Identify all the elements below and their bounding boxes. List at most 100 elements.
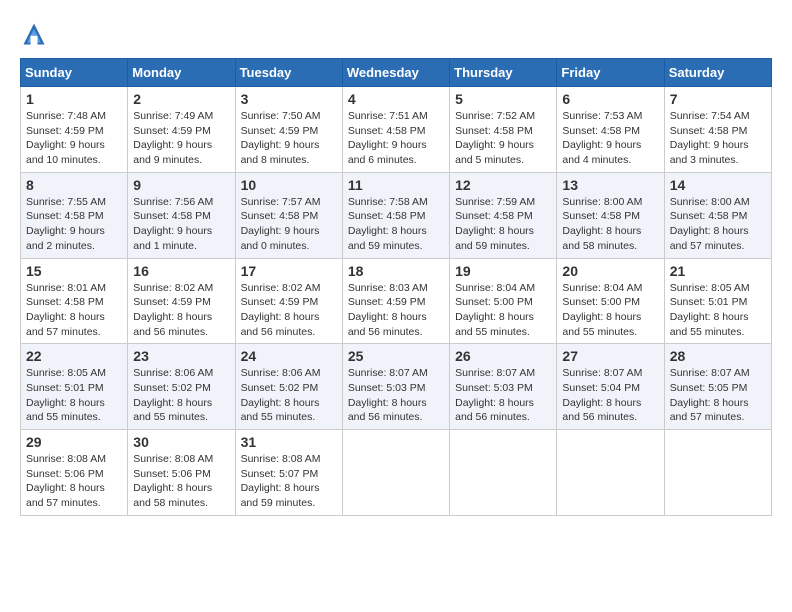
page-header	[20, 20, 772, 48]
cell-content: Sunrise: 7:48 AMSunset: 4:59 PMDaylight:…	[26, 109, 122, 168]
calendar-cell	[557, 430, 664, 516]
day-number: 1	[26, 91, 122, 107]
day-number: 8	[26, 177, 122, 193]
calendar-cell: 1 Sunrise: 7:48 AMSunset: 4:59 PMDaylight…	[21, 87, 128, 173]
cell-content: Sunrise: 8:00 AMSunset: 4:58 PMDaylight:…	[670, 195, 766, 254]
cell-content: Sunrise: 8:02 AMSunset: 4:59 PMDaylight:…	[133, 281, 229, 340]
day-number: 7	[670, 91, 766, 107]
cell-content: Sunrise: 8:02 AMSunset: 4:59 PMDaylight:…	[241, 281, 337, 340]
day-number: 26	[455, 348, 551, 364]
cell-content: Sunrise: 8:03 AMSunset: 4:59 PMDaylight:…	[348, 281, 444, 340]
cell-content: Sunrise: 7:59 AMSunset: 4:58 PMDaylight:…	[455, 195, 551, 254]
calendar-cell: 11 Sunrise: 7:58 AMSunset: 4:58 PMDayligh…	[342, 172, 449, 258]
calendar-cell: 16 Sunrise: 8:02 AMSunset: 4:59 PMDayligh…	[128, 258, 235, 344]
calendar-cell: 24Sunrise: 8:06 AMSunset: 5:02 PMDayligh…	[235, 344, 342, 430]
cell-content: Sunrise: 8:04 AMSunset: 5:00 PMDaylight:…	[455, 281, 551, 340]
calendar-week-1: 1 Sunrise: 7:48 AMSunset: 4:59 PMDaylight…	[21, 87, 772, 173]
logo-icon	[20, 20, 48, 48]
cell-content: Sunrise: 8:07 AMSunset: 5:03 PMDaylight:…	[455, 366, 551, 425]
cell-content: Sunrise: 8:08 AMSunset: 5:06 PMDaylight:…	[133, 452, 229, 511]
day-number: 22	[26, 348, 122, 364]
cell-content: Sunrise: 8:08 AMSunset: 5:06 PMDaylight:…	[26, 452, 122, 511]
column-header-tuesday: Tuesday	[235, 59, 342, 87]
day-number: 19	[455, 263, 551, 279]
calendar-cell: 13 Sunrise: 8:00 AMSunset: 4:58 PMDayligh…	[557, 172, 664, 258]
calendar-cell	[450, 430, 557, 516]
column-header-wednesday: Wednesday	[342, 59, 449, 87]
calendar-cell: 7 Sunrise: 7:54 AMSunset: 4:58 PMDaylight…	[664, 87, 771, 173]
day-number: 11	[348, 177, 444, 193]
calendar-cell: 10 Sunrise: 7:57 AMSunset: 4:58 PMDayligh…	[235, 172, 342, 258]
cell-content: Sunrise: 8:07 AMSunset: 5:04 PMDaylight:…	[562, 366, 658, 425]
calendar-cell: 4Sunrise: 7:51 AMSunset: 4:58 PMDaylight…	[342, 87, 449, 173]
cell-content: Sunrise: 8:07 AMSunset: 5:03 PMDaylight:…	[348, 366, 444, 425]
day-number: 21	[670, 263, 766, 279]
calendar-week-4: 22 Sunrise: 8:05 AMSunset: 5:01 PMDayligh…	[21, 344, 772, 430]
calendar-header-row: SundayMondayTuesdayWednesdayThursdayFrid…	[21, 59, 772, 87]
day-number: 5	[455, 91, 551, 107]
cell-content: Sunrise: 8:00 AMSunset: 4:58 PMDaylight:…	[562, 195, 658, 254]
cell-content: Sunrise: 7:50 AMSunset: 4:59 PMDaylight:…	[241, 109, 337, 168]
column-header-sunday: Sunday	[21, 59, 128, 87]
day-number: 29	[26, 434, 122, 450]
day-number: 15	[26, 263, 122, 279]
day-number: 25	[348, 348, 444, 364]
cell-content: Sunrise: 8:05 AMSunset: 5:01 PMDaylight:…	[26, 366, 122, 425]
calendar-cell: 23 Sunrise: 8:06 AMSunset: 5:02 PMDayligh…	[128, 344, 235, 430]
calendar-table: SundayMondayTuesdayWednesdayThursdayFrid…	[20, 58, 772, 516]
calendar-cell: 31 Sunrise: 8:08 AMSunset: 5:07 PMDayligh…	[235, 430, 342, 516]
calendar-cell: 8 Sunrise: 7:55 AMSunset: 4:58 PMDaylight…	[21, 172, 128, 258]
column-header-monday: Monday	[128, 59, 235, 87]
cell-content: Sunrise: 7:49 AMSunset: 4:59 PMDaylight:…	[133, 109, 229, 168]
calendar-cell	[664, 430, 771, 516]
cell-content: Sunrise: 7:55 AMSunset: 4:58 PMDaylight:…	[26, 195, 122, 254]
cell-content: Sunrise: 7:56 AMSunset: 4:58 PMDaylight:…	[133, 195, 229, 254]
day-number: 13	[562, 177, 658, 193]
day-number: 12	[455, 177, 551, 193]
logo	[20, 20, 52, 48]
calendar-cell: 29 Sunrise: 8:08 AMSunset: 5:06 PMDayligh…	[21, 430, 128, 516]
calendar-cell: 28 Sunrise: 8:07 AMSunset: 5:05 PMDayligh…	[664, 344, 771, 430]
calendar-cell: 17 Sunrise: 8:02 AMSunset: 4:59 PMDayligh…	[235, 258, 342, 344]
column-header-thursday: Thursday	[450, 59, 557, 87]
cell-content: Sunrise: 8:04 AMSunset: 5:00 PMDaylight:…	[562, 281, 658, 340]
calendar-cell: 30 Sunrise: 8:08 AMSunset: 5:06 PMDayligh…	[128, 430, 235, 516]
column-header-saturday: Saturday	[664, 59, 771, 87]
day-number: 16	[133, 263, 229, 279]
day-number: 3	[241, 91, 337, 107]
cell-content: Sunrise: 7:54 AMSunset: 4:58 PMDaylight:…	[670, 109, 766, 168]
calendar-cell: 5 Sunrise: 7:52 AMSunset: 4:58 PMDaylight…	[450, 87, 557, 173]
calendar-cell: 26 Sunrise: 8:07 AMSunset: 5:03 PMDayligh…	[450, 344, 557, 430]
calendar-cell: 18 Sunrise: 8:03 AMSunset: 4:59 PMDayligh…	[342, 258, 449, 344]
day-number: 28	[670, 348, 766, 364]
calendar-cell: 12 Sunrise: 7:59 AMSunset: 4:58 PMDayligh…	[450, 172, 557, 258]
cell-content: Sunrise: 7:58 AMSunset: 4:58 PMDaylight:…	[348, 195, 444, 254]
calendar-cell: 21 Sunrise: 8:05 AMSunset: 5:01 PMDayligh…	[664, 258, 771, 344]
day-number: 2	[133, 91, 229, 107]
day-number: 10	[241, 177, 337, 193]
day-number: 6	[562, 91, 658, 107]
cell-content: Sunrise: 7:53 AMSunset: 4:58 PMDaylight:…	[562, 109, 658, 168]
calendar-cell: 20Sunrise: 8:04 AMSunset: 5:00 PMDayligh…	[557, 258, 664, 344]
cell-content: Sunrise: 8:08 AMSunset: 5:07 PMDaylight:…	[241, 452, 337, 511]
day-number: 14	[670, 177, 766, 193]
calendar-cell: 22 Sunrise: 8:05 AMSunset: 5:01 PMDayligh…	[21, 344, 128, 430]
calendar-cell: 9 Sunrise: 7:56 AMSunset: 4:58 PMDaylight…	[128, 172, 235, 258]
cell-content: Sunrise: 7:52 AMSunset: 4:58 PMDaylight:…	[455, 109, 551, 168]
calendar-cell: 6 Sunrise: 7:53 AMSunset: 4:58 PMDaylight…	[557, 87, 664, 173]
calendar-cell: 19 Sunrise: 8:04 AMSunset: 5:00 PMDayligh…	[450, 258, 557, 344]
calendar-cell: 27Sunrise: 8:07 AMSunset: 5:04 PMDayligh…	[557, 344, 664, 430]
cell-content: Sunrise: 8:05 AMSunset: 5:01 PMDaylight:…	[670, 281, 766, 340]
day-number: 30	[133, 434, 229, 450]
day-number: 31	[241, 434, 337, 450]
calendar-cell: 15Sunrise: 8:01 AMSunset: 4:58 PMDayligh…	[21, 258, 128, 344]
day-number: 9	[133, 177, 229, 193]
cell-content: Sunrise: 8:06 AMSunset: 5:02 PMDaylight:…	[133, 366, 229, 425]
cell-content: Sunrise: 8:07 AMSunset: 5:05 PMDaylight:…	[670, 366, 766, 425]
day-number: 23	[133, 348, 229, 364]
day-number: 18	[348, 263, 444, 279]
calendar-cell: 3 Sunrise: 7:50 AMSunset: 4:59 PMDaylight…	[235, 87, 342, 173]
calendar-week-2: 8 Sunrise: 7:55 AMSunset: 4:58 PMDaylight…	[21, 172, 772, 258]
cell-content: Sunrise: 7:57 AMSunset: 4:58 PMDaylight:…	[241, 195, 337, 254]
day-number: 17	[241, 263, 337, 279]
